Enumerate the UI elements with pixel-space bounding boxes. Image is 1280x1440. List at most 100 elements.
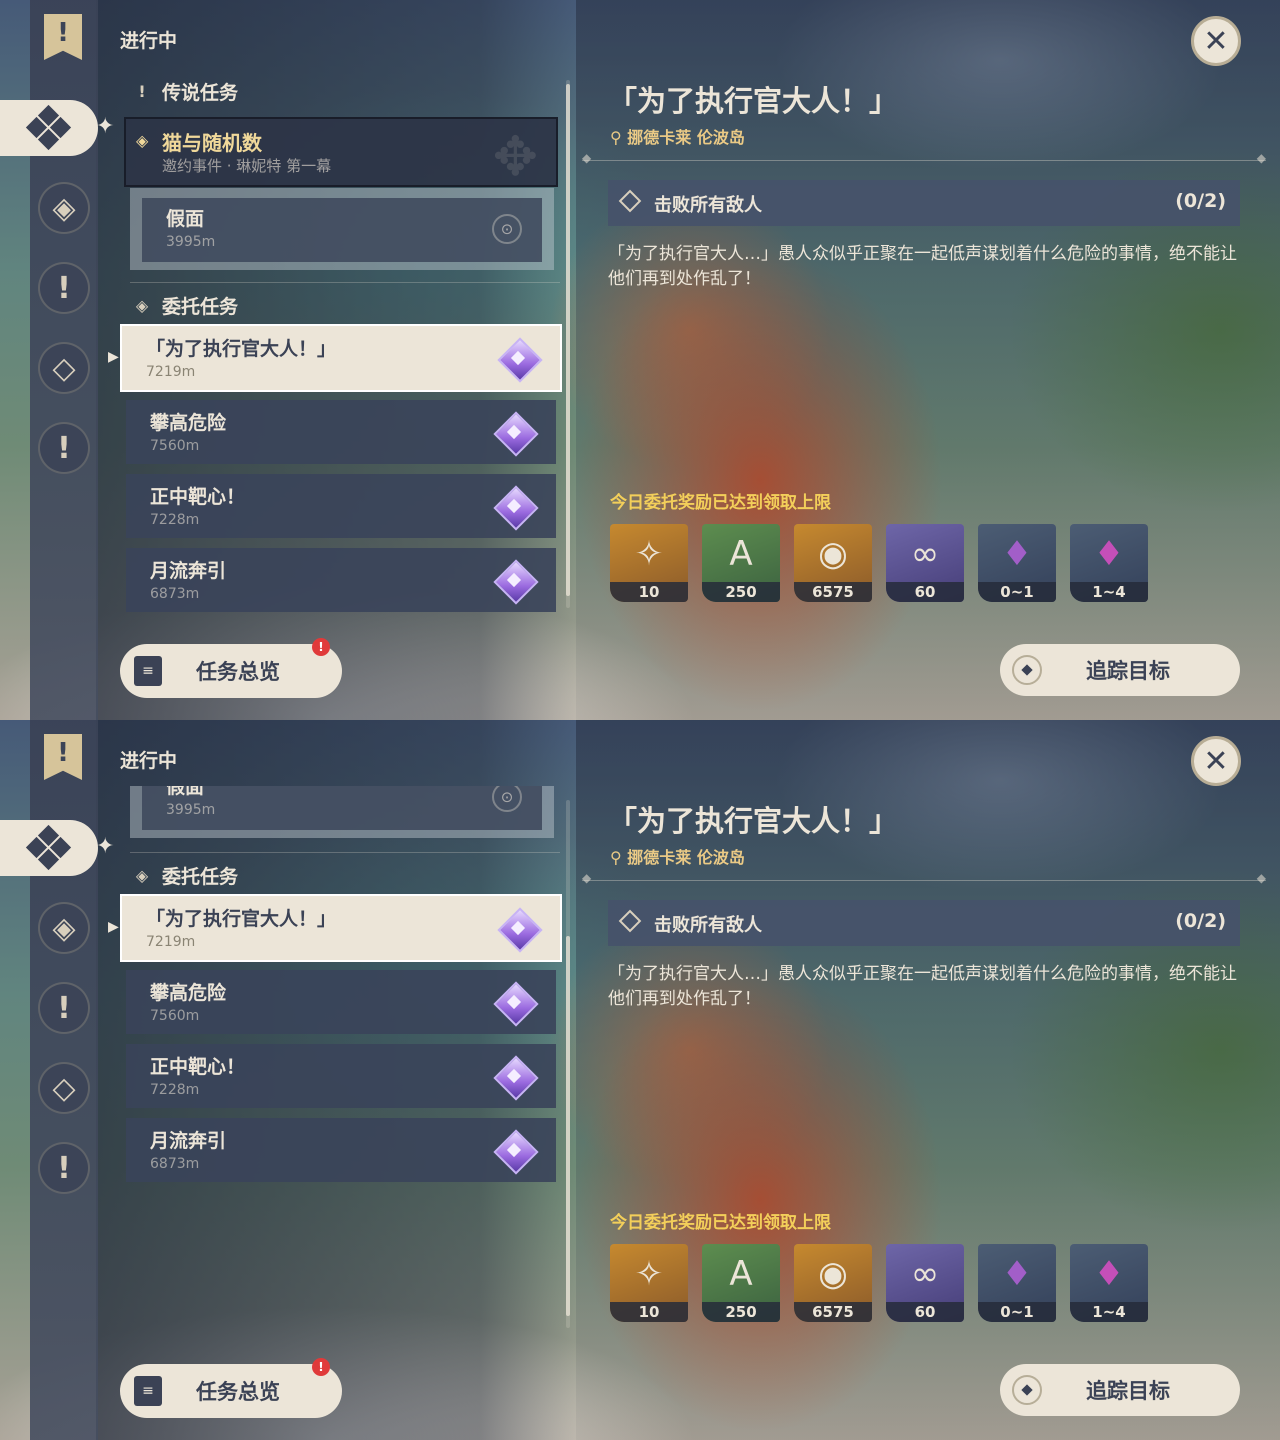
commission-item[interactable]: 攀高危险 7560m: [126, 400, 556, 464]
sparkle-icon: ✦: [96, 114, 115, 139]
track-icon: [1012, 655, 1042, 685]
close-button[interactable]: ✕: [1191, 736, 1241, 786]
commission-item[interactable]: 「为了执行官大人！」 7219m: [120, 324, 562, 392]
story-quest-icon[interactable]: !: [38, 982, 90, 1034]
rail-commission-tab[interactable]: [0, 820, 98, 876]
location-pin-icon: ⚲: [610, 128, 622, 147]
crystal-ore-icon: ♦: [1001, 534, 1033, 574]
detail-title: 「为了执行官大人！」: [608, 84, 899, 118]
commission-gem-icon: [498, 338, 538, 378]
commission-item[interactable]: 正中靶心！ 7228m: [126, 1044, 556, 1108]
selection-arrow-icon: ▶: [108, 349, 119, 365]
reward-item[interactable]: ◉ 6575: [794, 524, 872, 602]
sub-step-item[interactable]: 假面 3995m ⊙: [130, 188, 554, 270]
location-pin-icon[interactable]: ⊙: [492, 786, 522, 812]
scrollbar-thumb[interactable]: [566, 84, 570, 596]
objective-progress: (0/2): [1175, 910, 1226, 932]
commission-item[interactable]: 攀高危险 7560m: [126, 970, 556, 1034]
notification-badge: !: [312, 638, 330, 656]
commission-item[interactable]: 月流奔引 6873m: [126, 1118, 556, 1182]
quest-description: 「为了执行官大人…」愚人众似乎正聚在一起低声谋划着什么危险的事情，绝不能让他们再…: [608, 244, 1237, 289]
commission-gem-icon: [494, 486, 534, 526]
location-pin-icon[interactable]: ⊙: [492, 214, 522, 244]
archon-quest-icon: !: [138, 82, 146, 101]
selection-arrow-icon: ▶: [108, 919, 119, 935]
commission-item[interactable]: 月流奔引 6873m: [126, 548, 556, 612]
world-quest-icon[interactable]: ◇: [38, 342, 90, 394]
archon-quest-icon[interactable]: ◈: [38, 902, 90, 954]
commission-icon: ◈: [135, 296, 149, 315]
objective-row: 击败所有敌人 (0/2): [608, 900, 1240, 946]
reward-item[interactable]: A 250: [702, 524, 780, 602]
commission-item[interactable]: 正中靶心！ 7228m: [126, 474, 556, 538]
detail-title: 「为了执行官大人！」: [608, 804, 899, 838]
event-quest-icon[interactable]: !: [38, 1142, 90, 1194]
mora-icon: ◉: [818, 1254, 848, 1294]
commission-icon: [25, 824, 72, 871]
detail-location: ⚲ 挪德卡莱 伦波岛: [610, 848, 745, 867]
divider: [582, 871, 1266, 885]
story-quest-icon[interactable]: !: [38, 262, 90, 314]
close-icon: ✕: [1203, 743, 1229, 779]
companionship-exp-icon: ∞: [910, 1254, 940, 1294]
reward-item[interactable]: ♦ 0~1: [978, 524, 1056, 602]
track-objective-button[interactable]: 追踪目标: [1000, 1364, 1240, 1416]
crystal-ore-icon: ♦: [1001, 1254, 1033, 1294]
event-quest-icon[interactable]: !: [38, 422, 90, 474]
close-button[interactable]: ✕: [1191, 16, 1241, 66]
page-title: 进行中: [120, 750, 178, 772]
reward-list: ✧ 10 A 250 ◉ 6575 ∞ 60 ♦ 0~1 ♦ 1~4: [610, 1244, 1148, 1322]
archon-quest-subtitle: 邀约事件 · 琳妮特 第一幕: [162, 157, 332, 175]
quest-overview-button[interactable]: ≡ 任务总览 !: [120, 638, 342, 698]
quest-marker-icon: ◈: [136, 131, 149, 150]
quest-overview-button[interactable]: ≡ 任务总览 !: [120, 1358, 342, 1418]
notification-badge: !: [312, 1358, 330, 1376]
page-title: 进行中: [120, 30, 178, 52]
objective-diamond-icon: [618, 189, 642, 213]
detail-location: ⚲ 挪德卡莱 伦波岛: [610, 128, 745, 147]
purple-crystal-icon: ♦: [1093, 534, 1125, 574]
close-icon: ✕: [1203, 23, 1229, 59]
reward-item[interactable]: ∞ 60: [886, 524, 964, 602]
reward-item[interactable]: ◉ 6575: [794, 1244, 872, 1322]
divider: [130, 282, 560, 283]
quest-book-icon: ≡: [134, 656, 162, 686]
archon-quest-item[interactable]: ◈ 猫与随机数 邀约事件 · 琳妮特 第一幕 ✥: [124, 117, 558, 188]
commission-section-header: ◈ 委托任务: [132, 862, 238, 889]
quest-description: 「为了执行官大人…」愚人众似乎正聚在一起低声谋划着什么危险的事情，绝不能让他们再…: [608, 964, 1237, 1009]
reward-item[interactable]: ♦ 1~4: [1070, 1244, 1148, 1322]
reward-item[interactable]: ✧ 10: [610, 524, 688, 602]
reward-item[interactable]: ♦ 1~4: [1070, 524, 1148, 602]
reward-item[interactable]: ♦ 0~1: [978, 1244, 1056, 1322]
sub-step-item[interactable]: 假面 3995m ⊙: [130, 786, 554, 838]
sub-step-title: 假面: [166, 786, 205, 798]
track-objective-button[interactable]: 追踪目标: [1000, 644, 1240, 696]
commission-item[interactable]: 「为了执行官大人！」 7219m: [120, 894, 562, 962]
commission-gem-icon: [494, 412, 534, 452]
sparkle-icon: ✦: [96, 834, 115, 859]
adventure-exp-icon: A: [729, 534, 753, 574]
world-quest-icon[interactable]: ◇: [38, 1062, 90, 1114]
quest-screen-top: ! ✦ ◈ ! ◇ ! 进行中 ✕ ! 传说任务 ◈ 猫与随机数 邀约事件 · …: [0, 0, 1280, 720]
objective-diamond-icon: [618, 909, 642, 933]
purple-crystal-icon: ♦: [1093, 1254, 1125, 1294]
archon-quest-icon[interactable]: ◈: [38, 182, 90, 234]
reward-list: ✧ 10 A 250 ◉ 6575 ∞ 60 ♦ 0~1 ♦ 1~4: [610, 524, 1148, 602]
scrollbar-thumb[interactable]: [566, 936, 570, 1316]
divider: [130, 852, 560, 853]
objective-progress: (0/2): [1175, 190, 1226, 212]
archon-quest-title: 猫与随机数: [162, 131, 262, 155]
reward-item[interactable]: A 250: [702, 1244, 780, 1322]
reward-item[interactable]: ∞ 60: [886, 1244, 964, 1322]
commission-gem-icon: [494, 1130, 534, 1170]
rail-commission-tab[interactable]: [0, 100, 98, 156]
companionship-exp-icon: ∞: [910, 534, 940, 574]
primogem-icon: ✧: [634, 534, 664, 574]
commission-icon: [25, 104, 72, 151]
primogem-icon: ✧: [634, 1254, 664, 1294]
reward-item[interactable]: ✧ 10: [610, 1244, 688, 1322]
sub-step-distance: 3995m: [166, 802, 216, 818]
archon-section-header: ! 传说任务: [132, 78, 238, 105]
reward-limit-note: 今日委托奖励已达到领取上限: [610, 493, 831, 513]
commission-gem-icon: [494, 982, 534, 1022]
